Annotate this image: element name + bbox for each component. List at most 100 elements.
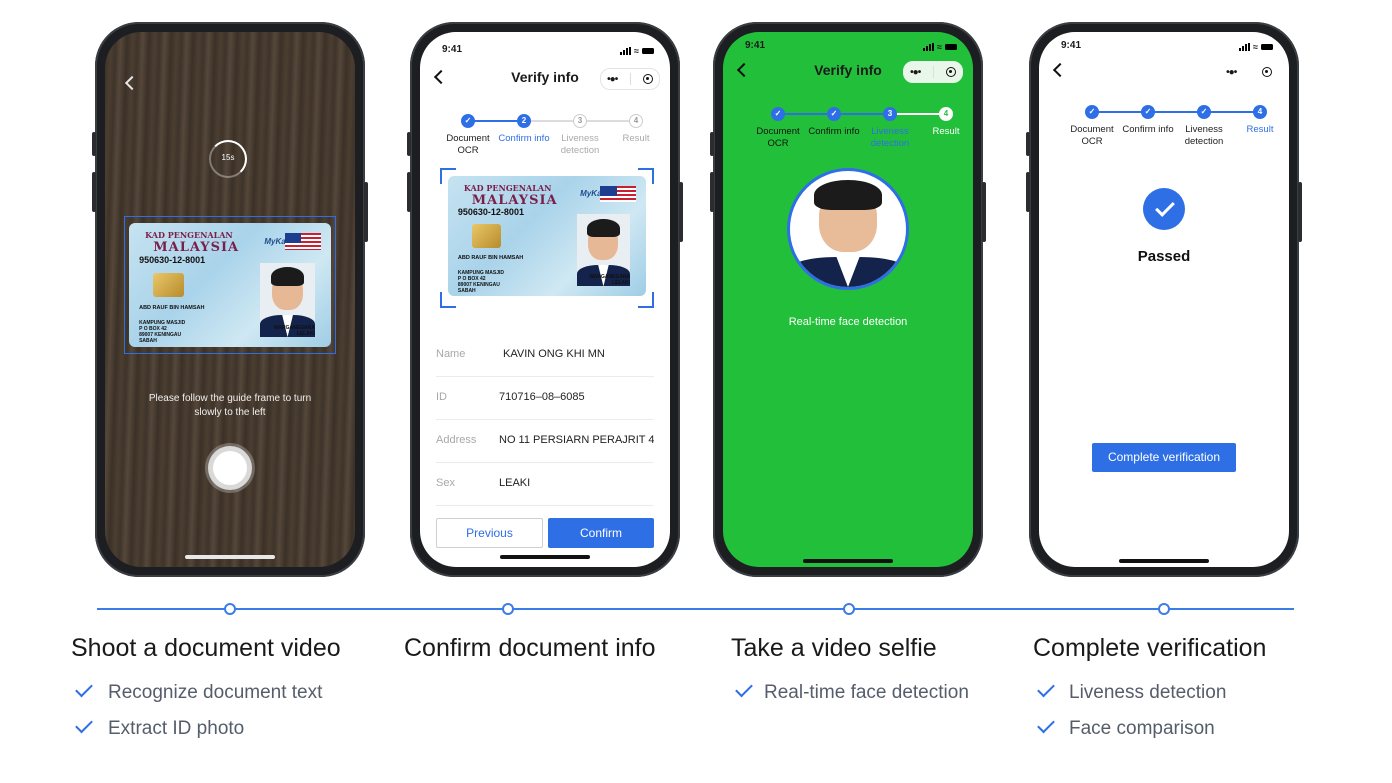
step-label: Document OCR xyxy=(1070,124,1114,147)
step-label: Result xyxy=(622,133,650,144)
document-preview: KAD PENGENALAN MALAYSIA MyKad 950630-12-… xyxy=(440,168,654,308)
step-label: Confirm info xyxy=(1122,124,1174,135)
step-done-icon: ✓ xyxy=(1085,105,1099,119)
step-label: Document OCR xyxy=(756,126,800,149)
check-icon xyxy=(1037,679,1055,698)
step-done-icon: ✓ xyxy=(461,114,475,128)
home-indicator xyxy=(185,555,275,559)
card-gender: WARGANEGARA LELAKI xyxy=(589,274,630,286)
detection-caption: Real-time face detection xyxy=(788,316,908,328)
card-address-line: KAMPUNG MASJID xyxy=(457,269,505,276)
signal-icon xyxy=(1239,43,1251,51)
timeline-dot xyxy=(224,603,236,615)
card-header-large: MALAYSIA xyxy=(471,192,558,208)
battery-icon xyxy=(1261,44,1273,50)
wifi-icon: ≈ xyxy=(937,42,942,52)
step-label: Result xyxy=(1246,124,1274,135)
card-number: 950630-12-8001 xyxy=(457,207,524,218)
timeline-dot xyxy=(1158,603,1170,615)
step-label: Liveness detection xyxy=(870,126,910,149)
step-number: 4 xyxy=(629,114,643,128)
step-done-icon: ✓ xyxy=(1197,105,1211,119)
back-chevron-icon[interactable] xyxy=(1052,62,1068,78)
step-number: 4 xyxy=(939,107,953,121)
card-gender: WARGANEGARA LELAKI xyxy=(274,325,315,337)
card-address-line: KAMPUNG MASJID xyxy=(139,319,186,326)
process-timeline xyxy=(97,608,1294,610)
close-target-icon[interactable] xyxy=(642,74,653,84)
card-address-line: 89007 KENINGAU xyxy=(139,331,182,338)
field-label: Name xyxy=(436,348,466,360)
form-row-name[interactable]: Name KAVIN ONG KHI MN xyxy=(436,333,654,377)
field-value[interactable]: LEAKI xyxy=(499,477,654,489)
form-row-sex[interactable]: Sex LEAKI xyxy=(436,462,654,506)
signal-icon xyxy=(923,43,935,51)
feature-item: Face comparison xyxy=(1069,718,1215,739)
guide-instruction: Please follow the guide frame to turn sl… xyxy=(148,393,312,418)
step-label: Liveness detection xyxy=(560,133,600,156)
wifi-icon: ≈ xyxy=(1253,42,1258,52)
progress-steps: ✓ ✓ ✓ 4 Document OCR Confirm info Livene… xyxy=(1039,105,1289,165)
feature-item: Real-time face detection xyxy=(764,682,969,703)
card-address: KAMPUNG MASJID P O BOX 42 89007 KENINGAU… xyxy=(139,320,185,344)
mini-program-capsule[interactable]: •●• xyxy=(600,68,660,90)
check-icon xyxy=(75,715,93,734)
field-value[interactable]: 710716–08–6085 xyxy=(499,391,654,403)
close-target-icon[interactable] xyxy=(1261,67,1272,77)
card-name: ABD RAUF BIN HAMSAH xyxy=(139,304,205,311)
more-dots-icon[interactable]: •●• xyxy=(607,74,618,85)
wifi-icon: ≈ xyxy=(634,46,639,56)
step-label: Confirm info xyxy=(808,126,860,137)
chip-icon xyxy=(471,224,502,248)
guide-frame: KAD PENGENALAN MALAYSIA MyKad 950630-12-… xyxy=(124,216,336,354)
more-dots-icon[interactable]: •●• xyxy=(910,67,921,78)
card-number: 950630-12-8001 xyxy=(139,255,206,266)
card-header-small: KAD PENGENALAN xyxy=(463,183,552,194)
section-title: Shoot a document video xyxy=(71,634,341,662)
field-label: Sex xyxy=(436,477,455,489)
timeline-dot xyxy=(502,603,514,615)
form-row-address[interactable]: Address NO 11 PERSIARN PERAJRIT 4 xyxy=(436,419,654,463)
shutter-button-icon[interactable] xyxy=(208,446,252,490)
timer-label: 15s xyxy=(221,153,235,162)
complete-verification-button[interactable]: Complete verification xyxy=(1092,443,1236,472)
feature-item: Recognize document text xyxy=(108,682,323,703)
card-header-small: KAD PENGENALAN xyxy=(145,230,233,241)
phone-document-video: 15s KAD PENGENALAN MALAYSIA MyKad 950630… xyxy=(92,22,368,577)
feature-item: Extract ID photo xyxy=(108,718,245,739)
step-number: 4 xyxy=(1253,105,1267,119)
back-chevron-icon[interactable] xyxy=(124,75,140,91)
selfie-face-frame xyxy=(787,168,909,290)
nav-bar: Verify info •●• xyxy=(723,59,973,85)
status-bar: 9:41 ≈ xyxy=(1061,40,1273,54)
check-icon xyxy=(1037,715,1055,734)
home-indicator xyxy=(500,555,590,559)
battery-icon xyxy=(945,44,957,50)
field-value[interactable]: KAVIN ONG KHI MN xyxy=(503,348,654,360)
form-row-id[interactable]: ID 710716–08–6085 xyxy=(436,376,654,420)
card-header-large: MALAYSIA xyxy=(153,240,240,256)
more-dots-icon[interactable]: •●• xyxy=(1226,67,1237,78)
section-title: Take a video selfie xyxy=(731,634,937,662)
mini-program-capsule[interactable]: •●• xyxy=(903,61,963,83)
confirm-screen: 9:41 ≈ Verify info •●• ✓ 2 3 4 Document … xyxy=(420,32,670,567)
step-number: 3 xyxy=(573,114,587,128)
status-time: 9:41 xyxy=(1061,40,1082,51)
card-address-line: 89007 KENINGAU xyxy=(457,281,500,288)
field-value[interactable]: NO 11 PERSIARN PERAJRIT 4 xyxy=(499,434,654,446)
step-done-icon: ✓ xyxy=(771,107,785,121)
countdown-timer: 15s xyxy=(209,140,247,178)
camera-screen: 15s KAD PENGENALAN MALAYSIA MyKad 950630… xyxy=(105,32,355,567)
flag-icon xyxy=(284,232,321,251)
previous-button[interactable]: Previous xyxy=(436,518,543,548)
battery-icon xyxy=(642,48,654,54)
chip-icon xyxy=(153,272,184,298)
progress-steps: ✓ ✓ 3 4 Document OCR Confirm info Livene… xyxy=(723,107,973,167)
step-label: Result xyxy=(932,126,960,137)
section-title: Confirm document info xyxy=(404,634,656,662)
card-address-line: SABAH xyxy=(139,337,157,344)
confirm-button[interactable]: Confirm xyxy=(548,518,654,548)
close-target-icon[interactable] xyxy=(945,67,956,77)
mini-program-capsule[interactable]: •●• xyxy=(1219,61,1279,83)
status-bar: 9:41 ≈ xyxy=(745,40,957,54)
